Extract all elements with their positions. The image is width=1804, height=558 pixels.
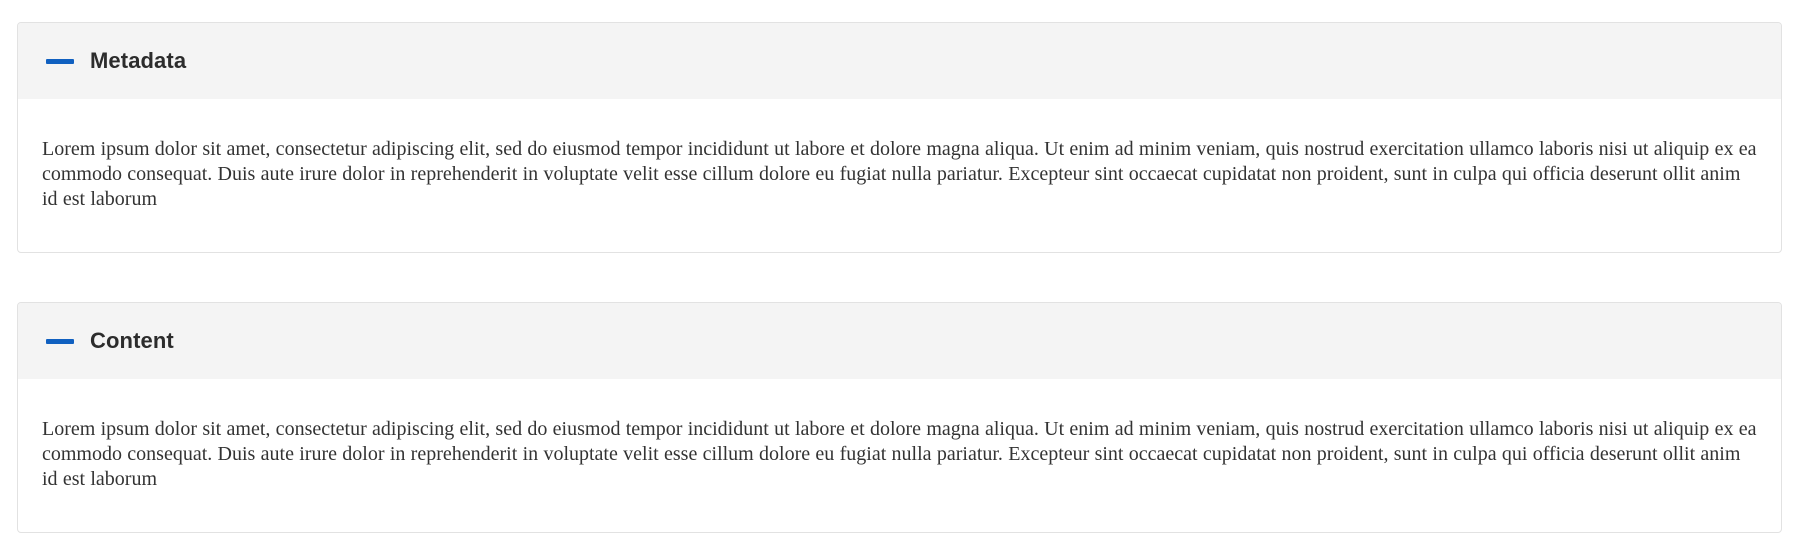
page: Metadata Lorem ipsum dolor sit amet, con… xyxy=(0,0,1804,558)
panel-body-text: Lorem ipsum dolor sit amet, consectetur … xyxy=(42,418,1757,490)
minus-icon[interactable] xyxy=(46,338,74,344)
panel-title: Content xyxy=(90,328,174,353)
accordion-panel-content: Content Lorem ipsum dolor sit amet, cons… xyxy=(17,302,1782,533)
accordion-header-content[interactable]: Content xyxy=(18,303,1781,379)
panel-body: Lorem ipsum dolor sit amet, consectetur … xyxy=(18,99,1781,212)
panel-title: Metadata xyxy=(90,48,187,73)
panel-body-text: Lorem ipsum dolor sit amet, consectetur … xyxy=(42,138,1757,210)
panel-body: Lorem ipsum dolor sit amet, consectetur … xyxy=(18,379,1781,492)
minus-icon[interactable] xyxy=(46,58,74,64)
accordion-header-metadata[interactable]: Metadata xyxy=(18,23,1781,99)
accordion-panel-metadata: Metadata Lorem ipsum dolor sit amet, con… xyxy=(17,22,1782,253)
